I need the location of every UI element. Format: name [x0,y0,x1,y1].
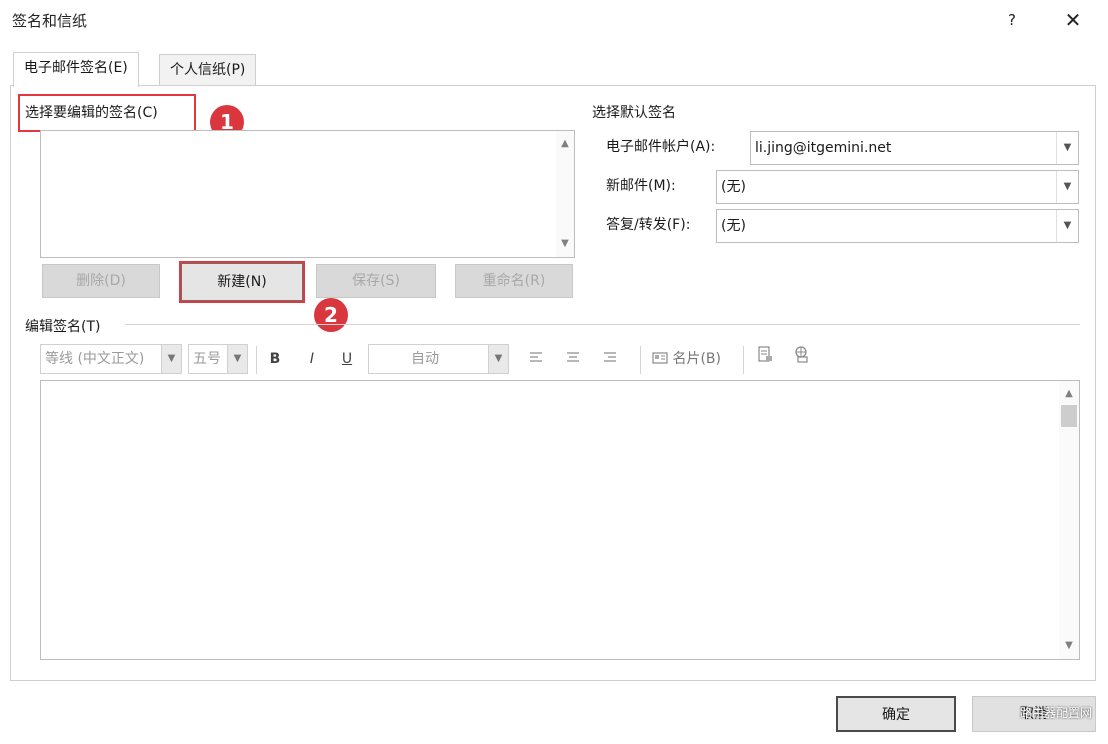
align-left-icon[interactable] [527,344,545,374]
chevron-down-icon[interactable]: ▼ [227,345,247,373]
ok-button[interactable]: 确定 [836,696,956,732]
font-color-value: 自动 [411,351,439,367]
toolbar-separator [256,346,257,374]
chevron-down-icon[interactable]: ▼ [1056,210,1078,242]
scroll-down-icon[interactable]: ▼ [556,235,574,253]
chevron-down-icon[interactable]: ▼ [1056,171,1078,203]
business-card-icon [652,351,672,367]
window-title: 签名和信纸 [12,12,88,30]
chevron-down-icon[interactable]: ▼ [161,345,181,373]
title-bar: 签名和信纸 ? ✕ [0,0,1108,42]
bold-button[interactable]: B [265,344,285,374]
font-size-select[interactable]: 五号 ▼ [188,344,248,374]
italic-button[interactable]: I [302,344,322,374]
scroll-up-icon[interactable]: ▲ [556,135,574,153]
insert-picture-icon[interactable] [755,344,775,374]
step-marker-2: 2 [314,298,348,332]
signatures-dialog: 签名和信纸 ? ✕ 电子邮件签名(E) 个人信纸(P) 选择要编辑的签名(C) … [0,0,1108,744]
font-size-value: 五号 [193,351,221,367]
font-value: 等线 (中文正文) [45,351,145,367]
email-account-select[interactable]: li.jing@itgemini.net ▼ [750,131,1079,165]
email-account-value: li.jing@itgemini.net [755,140,892,156]
font-color-select[interactable]: 自动 ▼ [368,344,509,374]
font-select[interactable]: 等线 (中文正文) ▼ [40,344,182,374]
section-divider [125,324,1080,325]
highlight-box-1 [18,94,196,132]
toolbar-separator [640,346,641,374]
chevron-down-icon[interactable]: ▼ [488,345,508,373]
editor-scrollbar[interactable]: ▲ ▼ [1059,381,1079,659]
close-icon[interactable]: ✕ [1058,6,1088,34]
signature-editor[interactable]: ▲ ▼ [40,380,1080,660]
business-card-label: 名片(B) [672,351,721,367]
edit-signature-heading: 编辑签名(T) [25,319,101,335]
rename-button[interactable]: 重命名(R) [455,264,573,298]
scroll-up-icon[interactable]: ▲ [1059,385,1079,403]
new-messages-select[interactable]: (无) ▼ [716,170,1079,204]
business-card-button[interactable]: 名片(B) [652,344,732,374]
align-right-icon[interactable] [601,344,619,374]
reply-forward-value: (无) [721,218,746,234]
signature-list-scrollbar[interactable]: ▲ ▼ [556,131,574,257]
scroll-down-icon[interactable]: ▼ [1059,637,1079,655]
toolbar-separator [743,346,744,374]
new-messages-label: 新邮件(M): [606,178,676,194]
chevron-down-icon[interactable]: ▼ [1056,132,1078,164]
align-center-icon[interactable] [564,344,582,374]
signature-list[interactable]: ▲ ▼ [40,130,575,258]
tab-email-signature[interactable]: 电子邮件签名(E) [13,52,139,87]
watermark: 路由器配置网 [1020,706,1093,720]
reply-forward-select[interactable]: (无) ▼ [716,209,1079,243]
default-signature-heading: 选择默认签名 [592,105,676,121]
scroll-thumb[interactable] [1061,405,1077,427]
reply-forward-label: 答复/转发(F): [606,217,691,233]
highlight-box-2 [179,261,305,303]
help-icon[interactable]: ? [1000,8,1024,32]
new-messages-value: (无) [721,179,746,195]
email-account-label: 电子邮件帐户(A): [606,139,716,155]
tab-personal-stationery[interactable]: 个人信纸(P) [159,54,257,86]
delete-button[interactable]: 删除(D) [42,264,160,298]
hyperlink-icon[interactable] [790,344,812,374]
save-button[interactable]: 保存(S) [316,264,436,298]
underline-button[interactable]: U [337,344,357,374]
